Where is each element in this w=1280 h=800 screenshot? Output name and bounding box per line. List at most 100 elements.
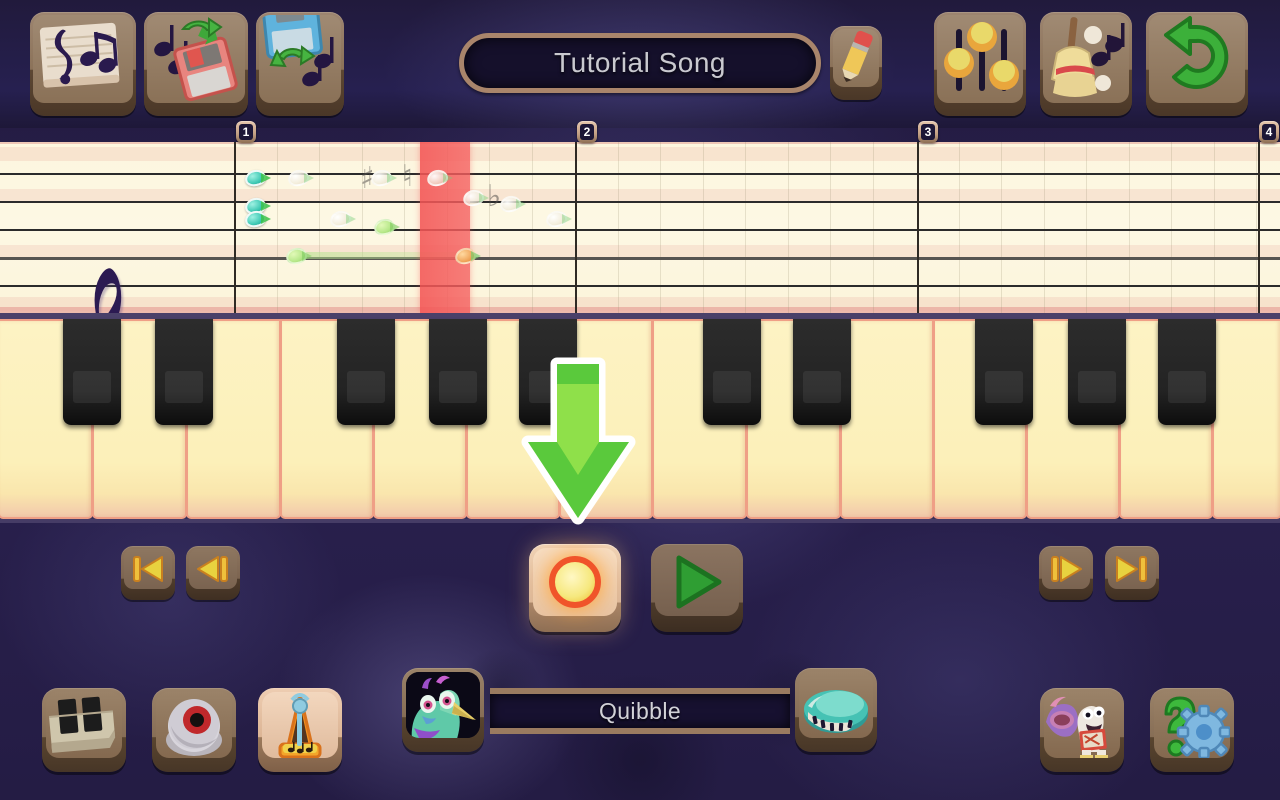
note-tail-icon	[516, 199, 526, 209]
monster-book-icon	[1046, 696, 1108, 758]
instrument-button[interactable]	[795, 668, 877, 752]
staff-note[interactable]	[328, 208, 356, 230]
black-key-2[interactable]	[155, 319, 213, 425]
keyboard-toggle-face	[46, 692, 122, 758]
keyboard-toggle-button[interactable]	[42, 688, 126, 772]
staff-note[interactable]	[453, 245, 481, 267]
play-triangle-icon	[676, 555, 722, 609]
beat-line	[319, 142, 320, 313]
black-key-6[interactable]	[703, 319, 761, 425]
measure-line	[917, 142, 919, 313]
black-key-7[interactable]	[793, 319, 851, 425]
beat-line	[489, 142, 490, 313]
help-settings-button[interactable]	[1150, 688, 1234, 772]
measure-marker-label: 3	[921, 124, 935, 140]
metronome-icon	[278, 693, 322, 758]
step-back-button[interactable]	[186, 546, 240, 600]
note-tail-icon	[479, 193, 489, 203]
rename-song-button[interactable]	[830, 26, 882, 100]
save-floppy-icon	[154, 17, 238, 102]
skip-forward-icon	[1116, 556, 1147, 582]
staff-note[interactable]	[498, 193, 526, 215]
monster-portrait-button[interactable]	[402, 668, 484, 752]
clear-notes-button[interactable]	[1040, 12, 1132, 116]
beat-line	[1044, 142, 1045, 313]
measure-marker[interactable]: 3	[918, 121, 938, 143]
note-tail-icon	[390, 222, 400, 232]
black-key-8[interactable]	[975, 319, 1033, 425]
black-key-4[interactable]	[429, 319, 487, 425]
monster-portrait-icon	[406, 672, 480, 738]
step-back-icon	[197, 556, 228, 582]
play-face	[655, 548, 739, 616]
black-key-3[interactable]	[337, 319, 395, 425]
staff-note[interactable]	[286, 167, 314, 189]
new-song-face	[33, 15, 133, 103]
playhead-cursor[interactable]	[420, 142, 470, 313]
beat-line	[1001, 142, 1002, 313]
staff-note[interactable]	[243, 167, 271, 189]
black-key-5[interactable]	[519, 319, 577, 425]
help-settings-face	[1154, 692, 1230, 758]
measure-marker-label: 1	[239, 124, 253, 140]
new-song-button[interactable]	[30, 12, 136, 116]
beat-line	[1214, 142, 1215, 313]
staff-note[interactable]	[461, 187, 489, 209]
beat-line	[703, 142, 704, 313]
staff-top-edge	[0, 142, 1280, 144]
monster-library-face	[1044, 692, 1120, 758]
measure-marker[interactable]: 4	[1259, 121, 1279, 143]
piano-keyboard[interactable]	[0, 313, 1280, 523]
question-gear-icon	[1164, 696, 1230, 758]
accidental-symbol: ♮	[402, 159, 413, 194]
step-forward-button[interactable]	[1039, 546, 1093, 600]
beat-line	[745, 142, 746, 313]
staff-note[interactable]	[425, 167, 453, 189]
skip-to-end-button[interactable]	[1105, 546, 1159, 600]
mixer-button[interactable]	[934, 12, 1026, 116]
keyboard-bottom-strip	[0, 519, 1280, 523]
percussion-toggle-button[interactable]	[152, 688, 236, 772]
staff-line	[0, 257, 1280, 260]
measure-marker-label: 2	[580, 124, 594, 140]
staff-note[interactable]	[544, 208, 572, 230]
save-song-button[interactable]	[144, 12, 248, 116]
record-button[interactable]	[529, 544, 621, 632]
black-key-1[interactable]	[63, 319, 121, 425]
note-tail-icon	[304, 173, 314, 183]
percussion-toggle-face	[156, 692, 232, 758]
staff-note[interactable]	[372, 216, 400, 238]
clear-notes-face	[1043, 15, 1129, 103]
undo-arrow-icon	[1164, 16, 1229, 89]
staff-line	[0, 285, 1280, 287]
skip-to-start-button[interactable]	[121, 546, 175, 600]
undo-button[interactable]	[1146, 12, 1248, 116]
music-staff[interactable]: 𝄞 ♯♮♭	[0, 142, 1280, 313]
monster-library-button[interactable]	[1040, 688, 1124, 772]
skip-to-start-face	[124, 549, 172, 589]
staff-note[interactable]	[284, 245, 312, 267]
song-title-text: Tutorial Song	[554, 47, 726, 78]
staff-line	[0, 229, 1280, 231]
song-title-field[interactable]: Tutorial Song	[459, 33, 821, 93]
white-key-10[interactable]	[840, 319, 934, 519]
beat-line	[959, 142, 960, 313]
note-tail-icon	[471, 251, 481, 261]
measure-marker[interactable]: 2	[577, 121, 597, 143]
beat-line	[277, 142, 278, 313]
load-song-button[interactable]	[256, 12, 344, 116]
black-key-10[interactable]	[1158, 319, 1216, 425]
staff-note[interactable]	[369, 167, 397, 189]
beat-line	[618, 142, 619, 313]
staff-note[interactable]	[243, 208, 271, 230]
play-button[interactable]	[651, 544, 743, 632]
load-song-face	[259, 15, 341, 103]
measure-marker[interactable]: 1	[236, 121, 256, 143]
metronome-toggle-button[interactable]	[258, 688, 342, 772]
beat-line	[830, 142, 831, 313]
monster-name-field[interactable]: Quibble	[490, 688, 790, 734]
black-key-9[interactable]	[1068, 319, 1126, 425]
white-key-14[interactable]	[1212, 319, 1280, 519]
staff-row-tint	[0, 189, 1280, 201]
pencil-icon	[842, 30, 873, 82]
